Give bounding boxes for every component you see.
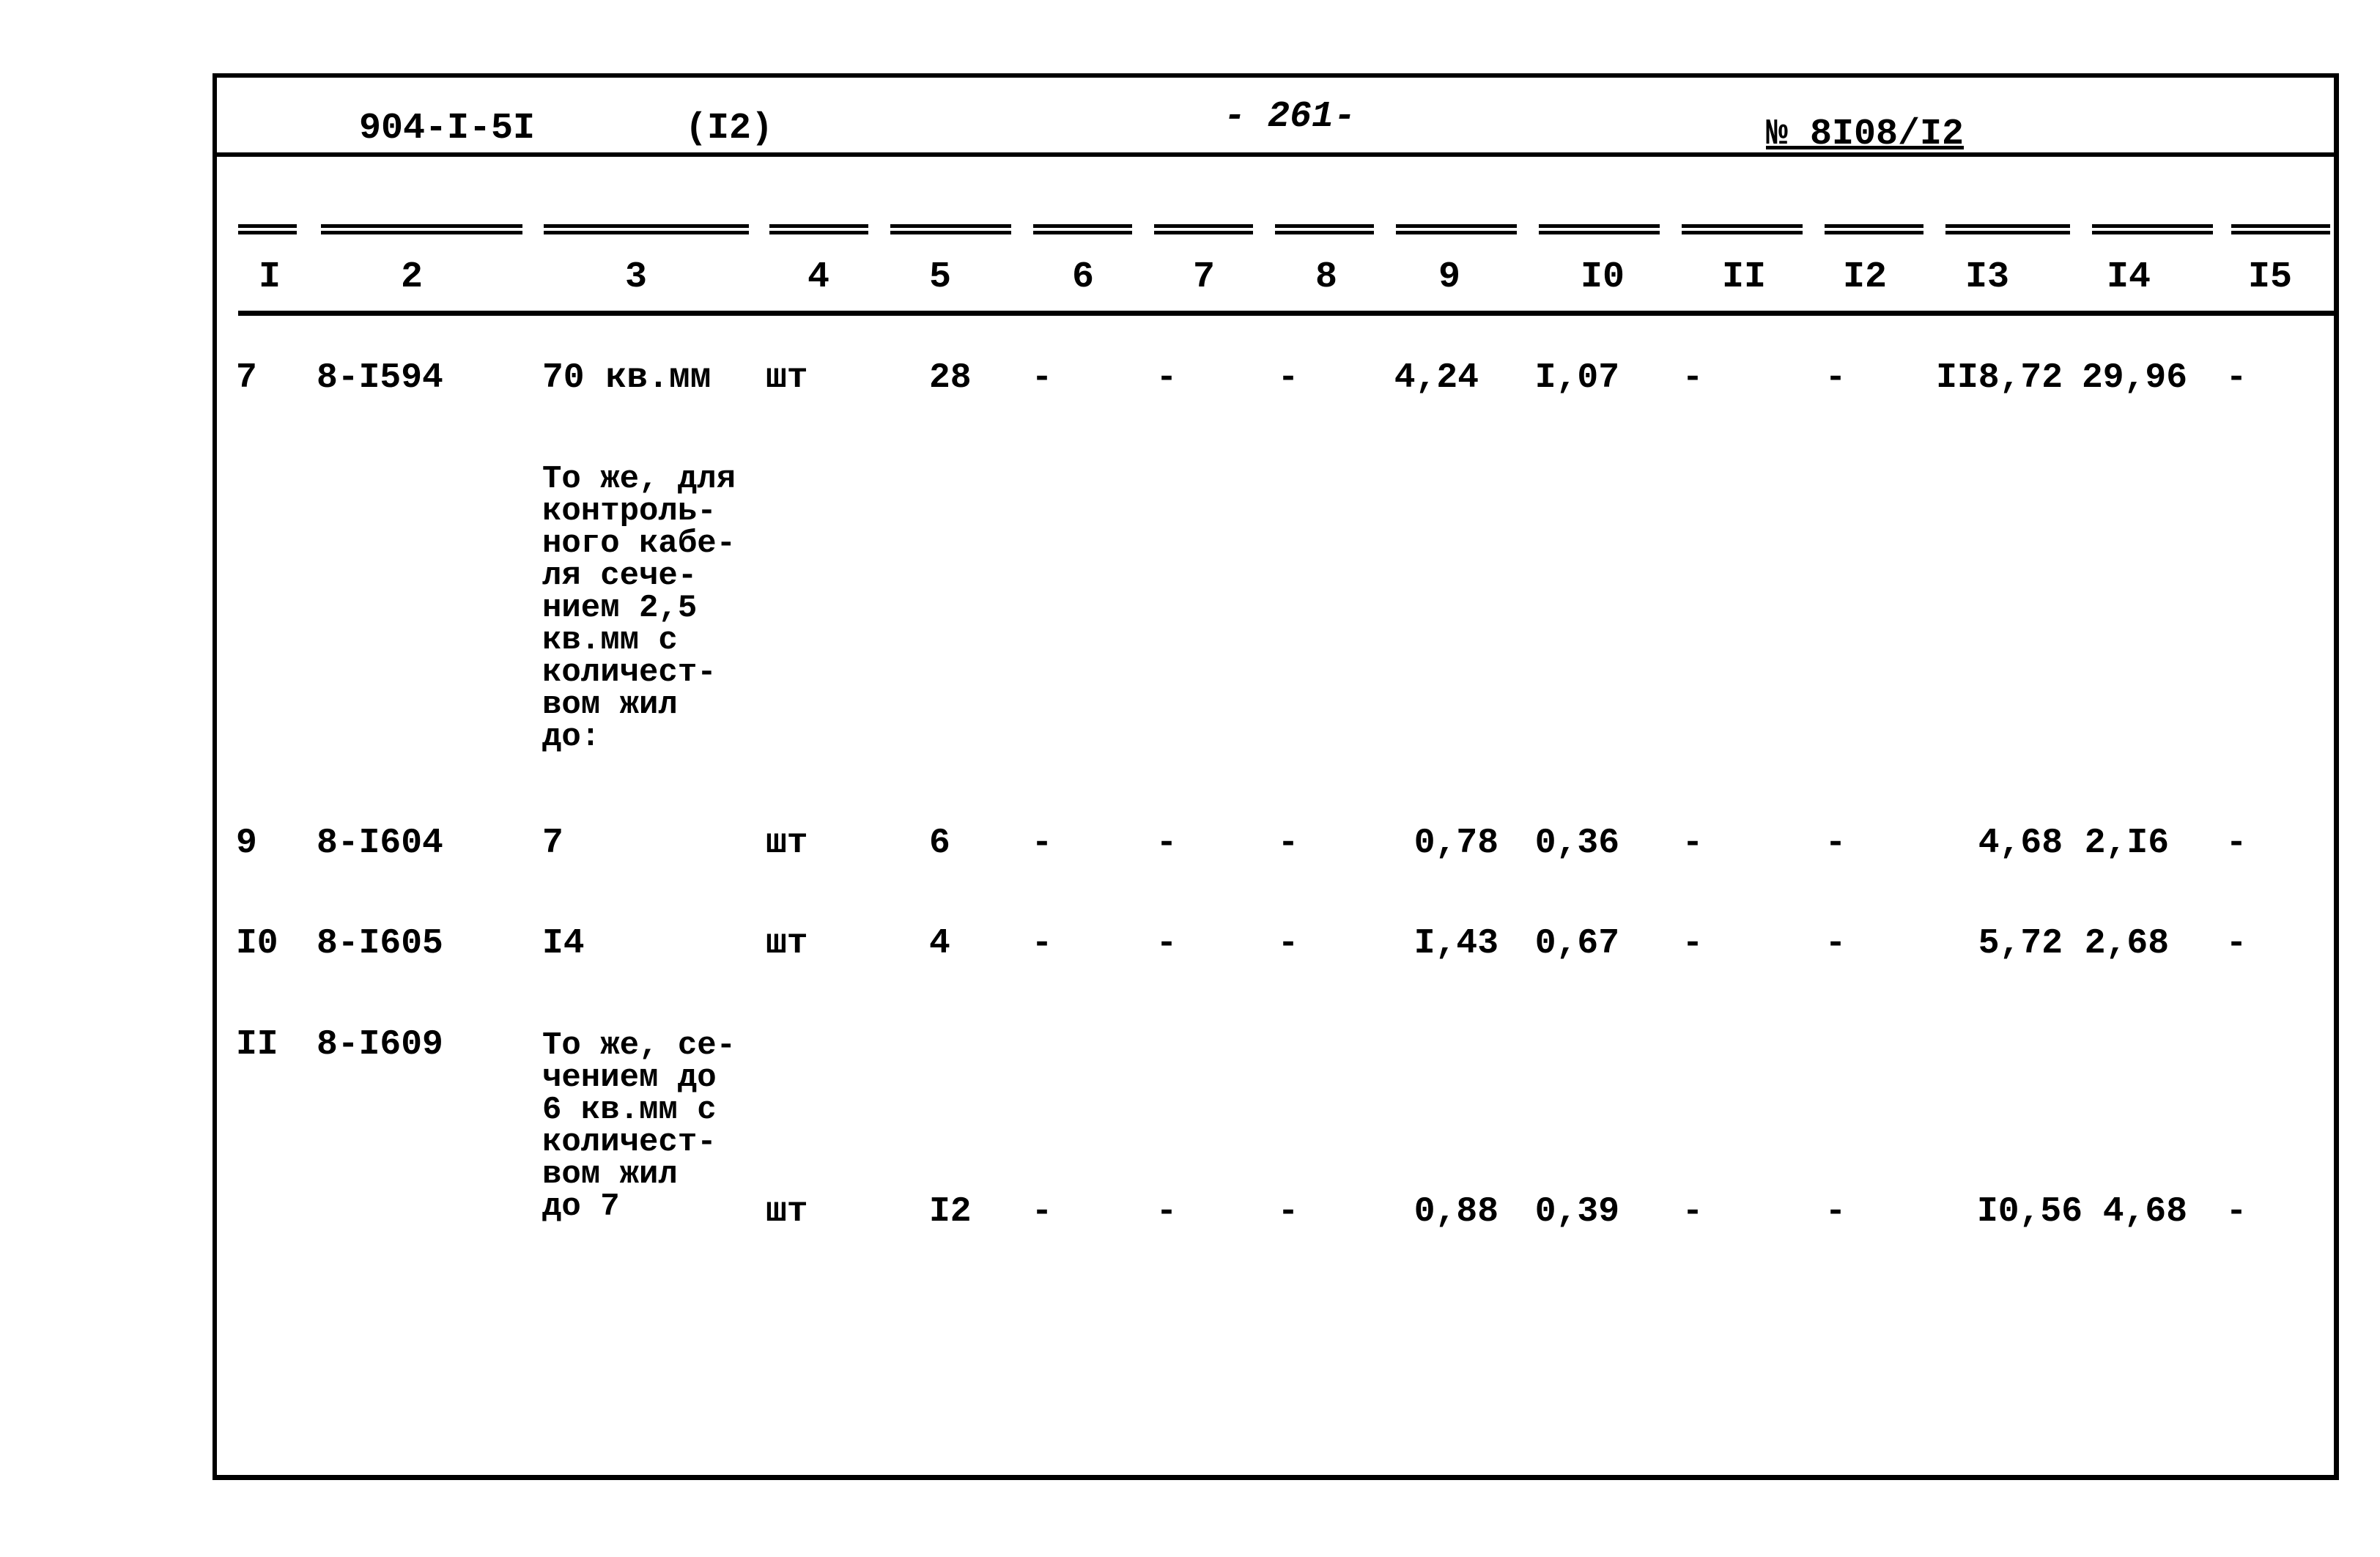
cell-col10: 0,36 bbox=[1534, 824, 1619, 863]
column-number: 5 bbox=[928, 256, 952, 298]
column-rule bbox=[1682, 224, 1803, 234]
cell-item-no: 7 bbox=[236, 358, 257, 398]
cell-col9: I,43 bbox=[1413, 924, 1498, 964]
cell-col6: - bbox=[1031, 924, 1053, 964]
cell-col9: 0,88 bbox=[1413, 1192, 1498, 1232]
cell-col8: - bbox=[1277, 824, 1299, 863]
cell-unit: шт bbox=[766, 1192, 808, 1232]
cell-col11: - bbox=[1682, 1192, 1704, 1232]
cell-col6: - bbox=[1031, 1192, 1053, 1232]
group-description: То же, для контроль- ного кабе- ля сече-… bbox=[542, 461, 736, 755]
column-rule bbox=[544, 224, 749, 234]
cell-unit: шт bbox=[766, 924, 808, 964]
column-rule bbox=[1539, 224, 1660, 234]
cell-col7: - bbox=[1156, 1192, 1178, 1232]
column-number: I0 bbox=[1580, 256, 1625, 298]
section-number: (I2) bbox=[685, 108, 774, 149]
cell-col10: I,07 bbox=[1534, 358, 1619, 398]
cell-col13: 4,68 bbox=[1978, 824, 2063, 863]
column-number: I2 bbox=[1842, 256, 1888, 298]
cell-item-no: 9 bbox=[236, 824, 257, 863]
cell-col11: - bbox=[1682, 924, 1704, 964]
order-number: № 8I08/I2 bbox=[1766, 114, 1965, 155]
cell-code: 8-I604 bbox=[317, 824, 443, 863]
cell-code: 8-I609 bbox=[317, 1025, 443, 1065]
header-divider bbox=[217, 152, 2335, 157]
cell-col9: 0,78 bbox=[1413, 824, 1498, 863]
cell-col8: - bbox=[1277, 1192, 1299, 1232]
cell-unit: шт bbox=[766, 358, 808, 398]
column-number: 9 bbox=[1438, 256, 1461, 298]
cell-col13: II8,72 bbox=[1936, 358, 2063, 398]
cell-col6: - bbox=[1031, 824, 1053, 863]
document-code: 904-I-5I bbox=[359, 108, 536, 149]
cell-unit: шт bbox=[766, 824, 808, 863]
cell-col8: - bbox=[1277, 924, 1299, 964]
column-number: 6 bbox=[1071, 256, 1095, 298]
column-rule bbox=[1154, 224, 1253, 234]
cell-col11: - bbox=[1682, 358, 1704, 398]
column-number: 7 bbox=[1192, 256, 1216, 298]
cell-item-no: II bbox=[236, 1025, 278, 1065]
column-rule bbox=[890, 224, 1011, 234]
cell-col10: 0,39 bbox=[1534, 1192, 1619, 1232]
cell-col14: 2,I6 bbox=[2084, 824, 2169, 863]
column-rule bbox=[2231, 224, 2330, 234]
cell-description: То же, се- чением до 6 кв.мм с количест-… bbox=[542, 1027, 736, 1225]
cell-col12: - bbox=[1825, 358, 1847, 398]
column-rule bbox=[321, 224, 522, 234]
cell-col13: 5,72 bbox=[1978, 924, 2063, 964]
column-rule bbox=[1033, 224, 1132, 234]
cell-col9: 4,24 bbox=[1394, 358, 1479, 398]
cell-col15: - bbox=[2225, 924, 2247, 964]
column-number: 8 bbox=[1315, 256, 1338, 298]
cell-col15: - bbox=[2225, 824, 2247, 863]
column-number: 2 bbox=[400, 256, 424, 298]
cell-description: 7 bbox=[542, 824, 563, 863]
column-rule bbox=[238, 224, 297, 234]
cell-col8: - bbox=[1277, 358, 1299, 398]
column-header-bottom-rule bbox=[238, 311, 2335, 316]
cell-col15: - bbox=[2225, 358, 2247, 398]
column-number: I5 bbox=[2247, 256, 2293, 298]
cell-col12: - bbox=[1825, 1192, 1847, 1232]
cell-col14: 4,68 bbox=[2102, 1192, 2187, 1232]
cell-quantity: 28 bbox=[929, 358, 972, 398]
column-rule bbox=[1275, 224, 1374, 234]
column-number: I3 bbox=[1965, 256, 2010, 298]
cell-col14: 29,96 bbox=[2081, 358, 2187, 398]
cell-col12: - bbox=[1825, 924, 1847, 964]
column-rule bbox=[1396, 224, 1517, 234]
cell-col15: - bbox=[2225, 1192, 2247, 1232]
column-number: I bbox=[258, 256, 281, 298]
column-rule bbox=[2092, 224, 2213, 234]
cell-description: 70 кв.мм bbox=[542, 358, 712, 398]
cell-item-no: I0 bbox=[236, 924, 278, 964]
column-rule bbox=[1945, 224, 2070, 234]
column-number: I4 bbox=[2106, 256, 2151, 298]
page-number: - 261- bbox=[1224, 96, 1356, 138]
cell-quantity: 6 bbox=[929, 824, 950, 863]
cell-col10: 0,67 bbox=[1534, 924, 1619, 964]
cell-col12: - bbox=[1825, 824, 1847, 863]
cell-col11: - bbox=[1682, 824, 1704, 863]
cell-col14: 2,68 bbox=[2084, 924, 2169, 964]
column-number: II bbox=[1721, 256, 1767, 298]
column-rule bbox=[1825, 224, 1923, 234]
cell-code: 8-I605 bbox=[317, 924, 443, 964]
column-number: 4 bbox=[807, 256, 830, 298]
cell-code: 8-I594 bbox=[317, 358, 443, 398]
cell-quantity: 4 bbox=[929, 924, 950, 964]
cell-col13: I0,56 bbox=[1976, 1192, 2082, 1232]
column-number: 3 bbox=[624, 256, 648, 298]
cell-col7: - bbox=[1156, 824, 1178, 863]
cell-col7: - bbox=[1156, 924, 1178, 964]
column-rule bbox=[769, 224, 868, 234]
cell-description: I4 bbox=[542, 924, 585, 964]
cell-col6: - bbox=[1031, 358, 1053, 398]
cell-col7: - bbox=[1156, 358, 1178, 398]
cell-quantity: I2 bbox=[929, 1192, 972, 1232]
page-frame bbox=[212, 73, 2339, 1480]
